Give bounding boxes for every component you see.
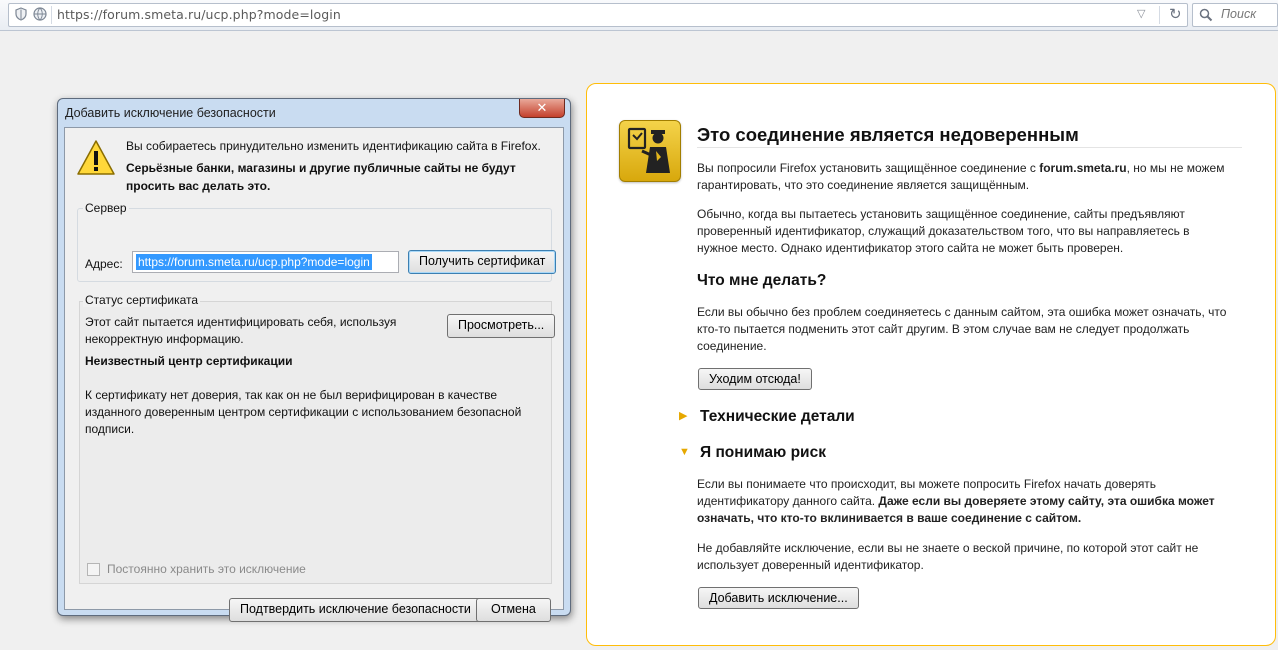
certificate-officer-icon xyxy=(619,120,681,182)
server-group-label: Сервер xyxy=(83,201,129,215)
status-line-2: некорректную информацию. xyxy=(85,332,244,346)
permanent-exception-label[interactable]: Постоянно хранить это исключение xyxy=(107,562,306,576)
intro-host: forum.smeta.ru xyxy=(1039,161,1127,175)
risk-paragraph: Если вы понимаете что происходит, вы мож… xyxy=(697,476,1237,527)
search-icon xyxy=(1199,8,1213,27)
globe-icon[interactable] xyxy=(33,7,47,21)
untrusted-connection-page: Это соединение является недоверенным Вы … xyxy=(586,83,1276,646)
browser-toolbar: https://forum.smeta.ru/ucp.php?mode=logi… xyxy=(0,0,1278,31)
untrusted-line-2: изданного доверенным центром сертификаци… xyxy=(85,405,522,419)
warning-line: Вы собираетесь принудительно изменить ид… xyxy=(126,139,541,153)
address-label: Адрес: xyxy=(85,257,123,271)
url-text[interactable]: https://forum.smeta.ru/ucp.php?mode=logi… xyxy=(57,7,341,22)
page-title: Это соединение является недоверенным xyxy=(697,124,1079,145)
warning-icon xyxy=(76,139,116,182)
collapse-arrow-icon[interactable]: ▼ xyxy=(679,446,690,458)
technical-details-toggle[interactable]: Технические детали xyxy=(700,408,855,426)
add-exception-button[interactable]: Добавить исключение... xyxy=(698,587,859,609)
confirm-exception-button[interactable]: Подтвердить исключение безопасности xyxy=(229,598,482,622)
close-icon[interactable]: ✕ xyxy=(519,99,565,118)
search-bar[interactable]: Поиск xyxy=(1192,3,1278,27)
get-certificate-button[interactable]: Получить сертификат xyxy=(408,250,557,274)
url-separator xyxy=(1159,6,1160,24)
status-line-1: Этот сайт пытается идентифицировать себя… xyxy=(85,315,397,329)
explanation-paragraph: Обычно, когда вы пытаетесь установить за… xyxy=(697,207,1190,255)
cert-status-group-label: Статус сертификата xyxy=(83,293,201,307)
untrusted-line-3: подписи. xyxy=(85,422,135,436)
intro-text-pre: Вы попросили Firefox установить защищённ… xyxy=(697,161,1040,175)
what-to-do-heading: Что мне делать? xyxy=(697,272,827,289)
title-divider xyxy=(697,147,1242,148)
url-separator xyxy=(51,6,52,24)
unknown-ca-heading: Неизвестный центр сертификации xyxy=(85,354,293,368)
reload-icon[interactable]: ↻ xyxy=(1169,5,1182,23)
warning-bold-line-1: Серьёзные банки, магазины и другие публи… xyxy=(126,161,516,175)
warning-bold-line-2: просить вас делать это. xyxy=(126,179,271,193)
understand-risks-toggle[interactable]: Я понимаю риск xyxy=(700,444,826,462)
add-security-exception-dialog: Добавить исключение безопасности ✕ Вы со… xyxy=(57,98,571,622)
dropdown-arrow-icon[interactable]: ▽ xyxy=(1137,7,1145,20)
get-me-out-button[interactable]: Уходим отсюда! xyxy=(698,368,812,390)
what-to-do-paragraph: Если вы обычно без проблем соединяетесь … xyxy=(697,305,1227,353)
no-exception-paragraph: Не добавляйте исключение, если вы не зна… xyxy=(697,541,1199,572)
search-placeholder: Поиск xyxy=(1221,7,1257,21)
shield-icon[interactable] xyxy=(14,7,28,21)
dialog-title: Добавить исключение безопасности xyxy=(65,106,276,120)
address-value: https://forum.smeta.ru/ucp.php?mode=logi… xyxy=(136,254,372,270)
address-input[interactable]: https://forum.smeta.ru/ucp.php?mode=logi… xyxy=(132,251,399,273)
permanent-exception-checkbox[interactable] xyxy=(87,563,100,576)
untrusted-line-1: К сертификату нет доверия, так как он не… xyxy=(85,388,498,402)
view-certificate-button[interactable]: Просмотреть... xyxy=(447,314,556,338)
cancel-button[interactable]: Отмена xyxy=(476,598,551,622)
intro-paragraph: Вы попросили Firefox установить защищённ… xyxy=(697,160,1232,194)
dialog-body: Вы собираетесь принудительно изменить ид… xyxy=(64,127,564,622)
expand-arrow-icon[interactable]: ▶ xyxy=(679,409,687,422)
address-bar[interactable]: https://forum.smeta.ru/ucp.php?mode=logi… xyxy=(8,3,1188,27)
